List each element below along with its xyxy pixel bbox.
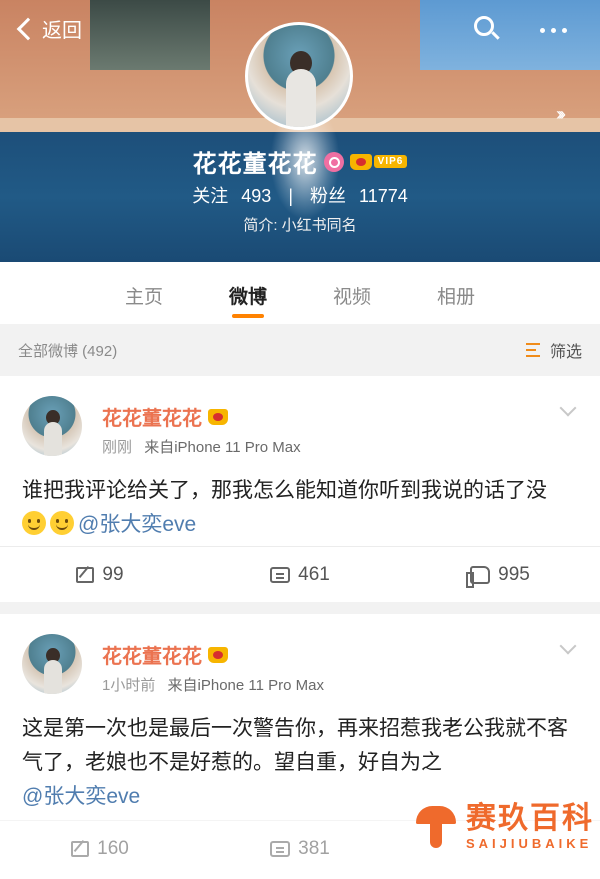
- thumbs-up-icon: [466, 565, 491, 588]
- filter-button[interactable]: 筛选: [525, 338, 582, 362]
- profile-avatar[interactable]: [245, 22, 353, 130]
- watermark-cn: 赛玖百科: [466, 801, 594, 835]
- stats-separator: |: [288, 186, 293, 206]
- more-options-button[interactable]: [540, 28, 567, 33]
- back-label: 返回: [42, 20, 82, 42]
- expand-cover-button[interactable]: ›››: [556, 104, 566, 125]
- like-button[interactable]: 995: [400, 547, 600, 602]
- comment-icon: [270, 566, 291, 583]
- post-time: 刚刚: [102, 439, 133, 456]
- back-button[interactable]: 返回: [14, 14, 82, 43]
- vip-level: VIP6: [373, 155, 408, 168]
- post-time: 1小时前: [102, 677, 156, 694]
- repost-icon: [76, 566, 95, 583]
- profile-name-row: 花花董花花 VIP6: [0, 144, 600, 179]
- post-text: 谁把我评论给关了，那我怎么能知道你听到我说的话了没 @张大奕eve: [22, 479, 547, 536]
- repost-icon: [71, 840, 90, 857]
- comment-icon: [270, 840, 291, 857]
- tab-video[interactable]: 视频: [300, 262, 404, 324]
- tab-home[interactable]: 主页: [92, 262, 196, 324]
- chevron-down-icon[interactable]: [559, 399, 577, 417]
- crown-icon: [349, 153, 372, 170]
- post-username-row: 花花董花花: [102, 640, 228, 669]
- tab-weibo[interactable]: 微博: [196, 262, 300, 324]
- post-actions: 99 461 995: [0, 546, 600, 602]
- tab-album[interactable]: 相册: [404, 262, 508, 324]
- smile-emoji-icon: [22, 511, 46, 535]
- repost-button[interactable]: 160: [0, 821, 200, 876]
- mention-link[interactable]: @张大奕eve: [78, 513, 196, 536]
- search-button[interactable]: [474, 16, 500, 42]
- vip-badge[interactable]: VIP6: [349, 153, 408, 170]
- filter-bar: 全部微博 (492) 筛选: [0, 326, 600, 374]
- whale-tail-logo-icon: [412, 800, 460, 852]
- watermark-en: SAIJIUBAIKE: [466, 835, 593, 851]
- smile-emoji-icon: [50, 511, 74, 535]
- repost-button[interactable]: 99: [0, 547, 200, 602]
- profile-bio: 简介: 小红书同名: [243, 217, 357, 234]
- profile-stats: 关注 493 | 粉丝 11774: [0, 182, 600, 208]
- post-username-row: 花花董花花: [102, 402, 228, 431]
- all-posts-label: 全部微博 (492): [18, 342, 118, 360]
- chevron-left-icon: [16, 17, 40, 40]
- post-source: 来自iPhone 11 Pro Max: [167, 677, 324, 694]
- vip-crown-icon: [208, 646, 228, 663]
- post-username[interactable]: 花花董花花: [102, 640, 202, 669]
- profile-tabs: 主页 微博 视频 相册: [0, 262, 600, 324]
- mention-link[interactable]: @张大奕eve: [22, 785, 140, 808]
- following-stat[interactable]: 关注 493: [188, 186, 280, 206]
- chevron-down-icon[interactable]: [559, 637, 577, 655]
- vip-crown-icon: [208, 408, 228, 425]
- post-meta: 刚刚 来自iPhone 11 Pro Max: [102, 436, 301, 457]
- post-username[interactable]: 花花董花花: [102, 402, 202, 431]
- post-card[interactable]: 花花董花花 刚刚 来自iPhone 11 Pro Max 谁把我评论给关了，那我…: [0, 376, 600, 602]
- super-topic-icon[interactable]: [323, 151, 344, 172]
- header-background-sky: [420, 0, 600, 70]
- avatar[interactable]: [22, 396, 82, 456]
- header-background-window: [90, 0, 210, 70]
- avatar[interactable]: [22, 634, 82, 694]
- filter-icon: [525, 343, 544, 357]
- site-watermark: 赛玖百科 SAIJIUBAIKE: [412, 800, 594, 852]
- profile-name: 花花董花花: [192, 151, 318, 178]
- comment-button[interactable]: 381: [200, 821, 400, 876]
- post-meta: 1小时前 来自iPhone 11 Pro Max: [102, 674, 324, 695]
- profile-header: 返回 ››› 花花董花花 VIP6 关注 493 | 粉丝 11774 简介: …: [0, 0, 600, 262]
- followers-stat[interactable]: 粉丝 11774: [306, 186, 412, 206]
- comment-button[interactable]: 461: [200, 547, 400, 602]
- more-dots-icon: [540, 28, 545, 33]
- post-text: 这是第一次也是最后一次警告你，再来招惹我老公我就不客气了，老娘也不是好惹的。望自…: [22, 717, 568, 808]
- active-tab-indicator: [232, 314, 264, 318]
- post-source: 来自iPhone 11 Pro Max: [144, 439, 301, 456]
